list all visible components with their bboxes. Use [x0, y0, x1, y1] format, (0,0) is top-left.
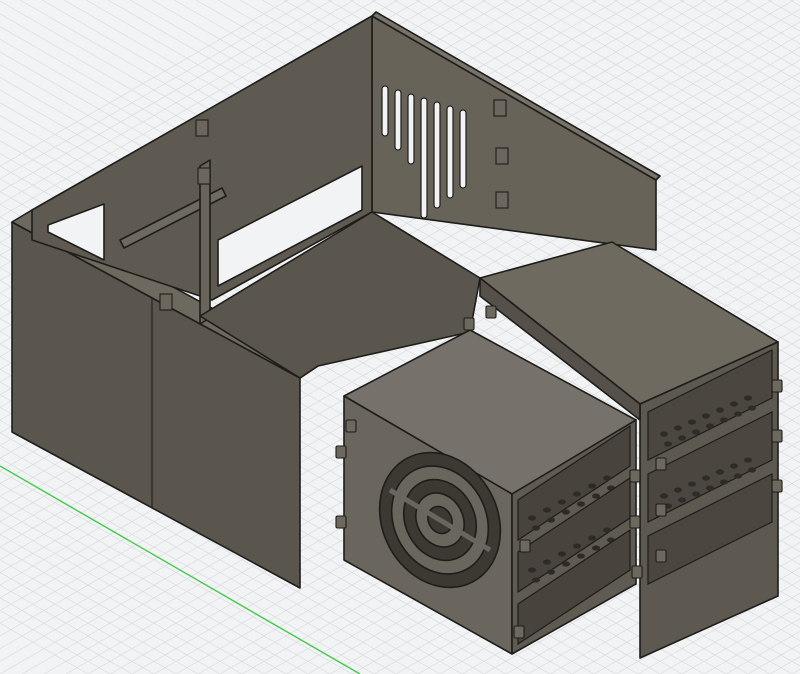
bay-hole: [674, 425, 682, 431]
wall-clip: [495, 191, 509, 209]
bay-hole: [674, 487, 682, 493]
bay-hole: [730, 401, 738, 407]
vent-slot: [459, 109, 467, 189]
bay-hole: [528, 567, 536, 573]
vent-slot: [420, 97, 428, 219]
wall-clip: [197, 167, 211, 185]
enclosure-model[interactable]: [11, 11, 783, 659]
bay-hole: [588, 535, 596, 541]
bay-hole: [706, 423, 714, 429]
snap-clip: [655, 549, 667, 563]
bay-hole: [702, 413, 710, 419]
snap-clip: [771, 429, 783, 443]
snap-clip: [513, 625, 525, 639]
bay-hole: [577, 553, 585, 559]
snap-clip: [631, 565, 643, 579]
wall-clip: [195, 119, 209, 137]
bay-hole: [678, 435, 686, 441]
snap-clip: [463, 317, 475, 331]
bay-hole: [562, 561, 570, 567]
bay-hole: [706, 485, 714, 491]
vent-slot: [394, 89, 402, 151]
wall-clip: [159, 293, 173, 311]
bay-hole: [720, 479, 728, 485]
inner-post: [199, 159, 211, 325]
bay-hole: [528, 515, 536, 521]
bay-hole: [547, 569, 555, 575]
bay-hole: [588, 483, 596, 489]
bay-hole: [716, 407, 724, 413]
vent-slot: [433, 101, 441, 209]
bay-hole: [660, 493, 668, 499]
bay-hole: [734, 473, 742, 479]
snap-clip: [655, 457, 667, 471]
snap-clip: [771, 479, 783, 493]
wall-clip: [493, 99, 507, 117]
bay-hole: [543, 507, 551, 513]
wall-clip: [495, 147, 509, 165]
snap-clip: [655, 503, 667, 517]
bay-hole: [716, 469, 724, 475]
snap-clip: [629, 469, 641, 483]
bay-hole: [692, 429, 700, 435]
bay-hole: [573, 543, 581, 549]
bay-hole: [603, 475, 611, 481]
snap-clip: [335, 445, 347, 459]
bay-hole: [532, 525, 540, 531]
bay-hole: [692, 491, 700, 497]
bay-hole: [532, 577, 540, 583]
snap-clip: [519, 539, 531, 553]
snap-clip: [335, 515, 347, 529]
bay-hole: [748, 405, 756, 411]
bay-hole: [688, 419, 696, 425]
bay-hole: [734, 411, 742, 417]
bay-hole: [730, 463, 738, 469]
snap-clip: [485, 305, 497, 319]
bay-hole: [720, 417, 728, 423]
bay-hole: [562, 509, 570, 515]
bay-hole: [688, 481, 696, 487]
bay-hole: [543, 559, 551, 565]
bay-hole: [664, 441, 672, 447]
bay-hole: [547, 517, 555, 523]
bay-hole: [748, 467, 756, 473]
bay-hole: [577, 501, 585, 507]
vent-slot: [381, 85, 389, 137]
bay-hole: [558, 499, 566, 505]
bay-hole: [678, 497, 686, 503]
vent-slot: [446, 105, 454, 199]
snap-clip: [771, 379, 783, 393]
vent-slot: [407, 93, 415, 165]
bay-hole: [744, 395, 752, 401]
snap-clip: [629, 515, 641, 529]
bay-hole: [603, 527, 611, 533]
viewport-canvas[interactable]: [0, 0, 800, 674]
bay-hole: [558, 551, 566, 557]
bay-hole: [592, 493, 600, 499]
bay-hole: [573, 491, 581, 497]
bay-hole: [592, 545, 600, 551]
cad-viewport[interactable]: [0, 0, 800, 674]
bay-hole: [744, 457, 752, 463]
bay-hole: [660, 431, 668, 437]
snap-clip: [345, 419, 357, 433]
bay-hole: [702, 475, 710, 481]
